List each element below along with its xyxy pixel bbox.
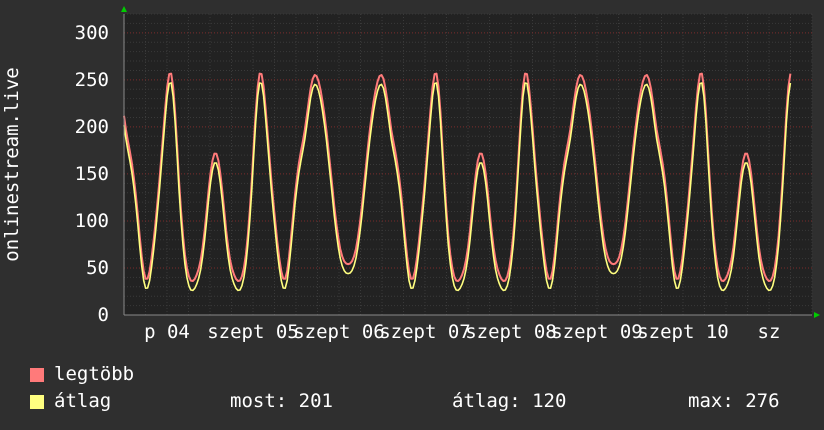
- x-tick-label: p 04: [144, 321, 190, 343]
- x-tick-label: szept 09: [551, 321, 643, 343]
- stat-average: átlag: 120: [452, 390, 567, 412]
- stat-now: most: 201: [230, 390, 333, 412]
- y-tick-label: 150: [75, 163, 109, 185]
- y-tick-label: 100: [75, 210, 109, 232]
- x-tick-label: szept 08: [465, 321, 557, 343]
- y-tick-label: 0: [98, 304, 109, 326]
- y-tick-label: 50: [86, 257, 109, 279]
- y-axis-title: onlinestream.live: [1, 67, 23, 261]
- stat-max: max: 276: [688, 390, 780, 412]
- atlag-swatch: [30, 394, 44, 409]
- legtobb-swatch: [30, 367, 44, 382]
- x-tick-label: szept 07: [379, 321, 471, 343]
- legend-label-legtobb: legtöbb: [54, 363, 135, 385]
- legend-item-legtobb: legtöbb: [30, 364, 134, 384]
- y-tick-label: 250: [75, 69, 109, 91]
- x-tick-label: szept 05: [207, 321, 299, 343]
- y-axis-arrow: [121, 6, 127, 12]
- x-tick-label: szept 06: [293, 321, 385, 343]
- x-tick-label: sz: [758, 321, 781, 343]
- legend-label-atlag: átlag: [54, 390, 112, 412]
- legend-item-atlag: átlag: [30, 391, 111, 411]
- y-tick-label: 200: [75, 116, 109, 138]
- x-axis-arrow: [814, 312, 820, 318]
- y-tick-label: 300: [75, 22, 109, 44]
- x-tick-label: szept 10: [637, 321, 729, 343]
